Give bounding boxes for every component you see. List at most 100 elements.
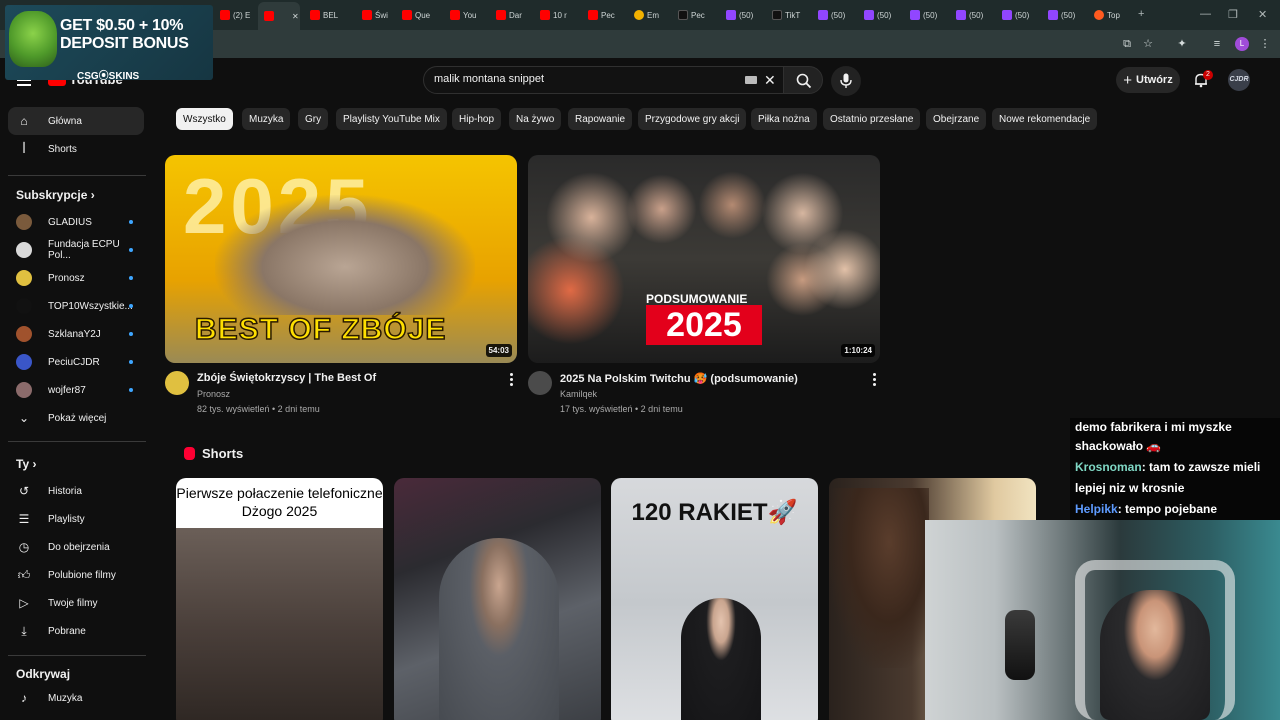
- sidebar-item-thumbs-up[interactable]: 👍︎ Polubione filmy: [8, 561, 144, 589]
- thumbnail-title-text: PODSUMOWANIE: [646, 292, 748, 306]
- video-menu-kebab-icon[interactable]: [873, 373, 877, 387]
- browser-tab[interactable]: 10 r: [540, 4, 582, 26]
- chat-message-text: : tempo pojebane: [1117, 502, 1218, 516]
- close-window-icon[interactable]: ✕: [1258, 8, 1267, 21]
- keyboard-icon[interactable]: [745, 76, 757, 84]
- you-section-heading[interactable]: Ty ›: [16, 457, 36, 471]
- browser-tab[interactable]: Świ: [362, 4, 404, 26]
- filter-chip[interactable]: Gry: [298, 108, 329, 130]
- video-icon: ▷: [19, 596, 29, 610]
- browser-profile-avatar[interactable]: L: [1235, 37, 1249, 51]
- filter-chip[interactable]: Hip-hop: [452, 108, 502, 130]
- browser-tab[interactable]: Pec: [678, 4, 720, 26]
- browser-tab[interactable]: (50): [1048, 4, 1090, 26]
- bookmark-star-icon[interactable]: ☆: [1141, 37, 1155, 51]
- filter-chip[interactable]: Ostatnio przesłane: [823, 108, 921, 130]
- sidebar-subscription-item[interactable]: TOP10Wszystkie...: [8, 292, 144, 320]
- deposit-bonus-ad[interactable]: GET $0.50 + 10% DEPOSIT BONUS CSG⦿SKINS: [5, 5, 213, 80]
- account-avatar[interactable]: CJDR: [1228, 69, 1250, 91]
- sidebar-item-playlist[interactable]: ☰ Playlisty: [8, 505, 144, 533]
- short-thumbnail[interactable]: 120 RAKIET🚀: [611, 478, 818, 720]
- video-channel-name[interactable]: Pronosz: [197, 389, 230, 399]
- filter-chip[interactable]: Playlisty YouTube Mix: [336, 108, 447, 130]
- sidebar-item-home[interactable]: ⌂ Główna: [8, 107, 144, 135]
- sidebar-subscription-item[interactable]: GLADIUS: [8, 208, 144, 236]
- chevron-right-icon: ›: [29, 457, 37, 471]
- browser-tab[interactable]: ✕: [258, 2, 300, 30]
- browser-tab[interactable]: Top: [1094, 4, 1136, 26]
- channel-avatar[interactable]: [528, 371, 552, 395]
- download-icon: ⤓: [21, 623, 27, 638]
- minimize-icon[interactable]: —: [1200, 8, 1211, 20]
- filter-chip[interactable]: Przygodowe gry akcji: [638, 108, 747, 130]
- sidebar-item-label: SzklanaY2J: [48, 328, 101, 340]
- search-input[interactable]: malik montana snippet: [434, 73, 544, 85]
- browser-tab[interactable]: Pec: [588, 4, 630, 26]
- browser-tab[interactable]: (2) E: [220, 4, 262, 26]
- filter-chip[interactable]: Wszystko: [176, 108, 233, 130]
- video-menu-kebab-icon[interactable]: [510, 373, 514, 387]
- sidebar-subscription-item[interactable]: wojfer87: [8, 376, 144, 404]
- browser-tab[interactable]: (50): [818, 4, 860, 26]
- extensions-icon[interactable]: ✦: [1175, 37, 1189, 51]
- cast-icon[interactable]: ⧉: [1120, 37, 1134, 51]
- browser-tab-label: Em: [647, 10, 659, 20]
- new-content-dot: [129, 388, 133, 392]
- sidebar-item-history[interactable]: ↺ Historia: [8, 477, 144, 505]
- sidebar-item-clock[interactable]: ◷ Do obejrzenia: [8, 533, 144, 561]
- filter-chip[interactable]: Rapowanie: [568, 108, 633, 130]
- youtube-icon: [402, 10, 412, 20]
- close-tab-icon[interactable]: ✕: [292, 12, 299, 21]
- channel-avatar[interactable]: [165, 371, 189, 395]
- music-icon: ♪: [21, 691, 27, 705]
- video-title[interactable]: Zbóje Świętokrzyscy | The Best Of: [197, 372, 376, 384]
- browser-tab[interactable]: You: [450, 4, 492, 26]
- sidebar-item-download[interactable]: ⤓ Pobrane: [8, 617, 144, 645]
- filter-chip[interactable]: Obejrzane: [926, 108, 987, 130]
- sidebar-item-music[interactable]: ♪ Muzyka: [8, 684, 144, 712]
- sidebar-subscription-item[interactable]: Pronosz: [8, 264, 144, 292]
- subscriptions-heading[interactable]: Subskrypcje ›: [16, 188, 95, 202]
- browser-tab[interactable]: (50): [726, 4, 768, 26]
- playlist-icon: ☰: [18, 512, 30, 526]
- youtube-icon: [264, 11, 274, 21]
- browser-tab[interactable]: Em: [634, 4, 676, 26]
- video-title[interactable]: 2025 Na Polskim Twitchu 🥵 (podsumowanie): [560, 372, 798, 385]
- browser-tab[interactable]: Que: [402, 4, 444, 26]
- search-button[interactable]: [783, 66, 823, 94]
- twitch-icon: [1048, 10, 1058, 20]
- filter-chip[interactable]: Muzyka: [242, 108, 291, 130]
- browser-menu-icon[interactable]: ⋮: [1258, 37, 1272, 51]
- chevron-down-icon: ⌄: [18, 411, 30, 425]
- show-more-button[interactable]: ⌄ Pokaż więcej: [8, 404, 144, 432]
- youtube-icon: [540, 10, 550, 20]
- maximize-icon[interactable]: ❐: [1228, 8, 1238, 21]
- create-button[interactable]: + Utwórz: [1116, 67, 1180, 93]
- browser-tab[interactable]: Dar: [496, 4, 538, 26]
- video-thumbnail[interactable]: 2025 BEST OF ZBÓJE 54:03: [165, 155, 517, 363]
- browser-tab[interactable]: (50): [1002, 4, 1044, 26]
- sidebar-item-shorts[interactable]: ꟾ Shorts: [8, 135, 144, 163]
- new-tab-icon[interactable]: +: [1138, 8, 1144, 20]
- filter-chip[interactable]: Nowe rekomendacje: [992, 108, 1098, 130]
- browser-tab[interactable]: (50): [864, 4, 906, 26]
- short-thumbnail[interactable]: [394, 478, 601, 720]
- sidebar-subscription-item[interactable]: PeciuCJDR: [8, 348, 144, 376]
- tiktok-icon: [772, 10, 782, 20]
- filter-chip[interactable]: Piłka nożna: [751, 108, 817, 130]
- sidebar-subscription-item[interactable]: Fundacja ECPU Pol...: [8, 236, 144, 264]
- clear-search-icon[interactable]: ✕: [764, 72, 776, 89]
- filter-chip[interactable]: Na żywo: [509, 108, 562, 130]
- browser-tab[interactable]: BEL: [310, 4, 352, 26]
- browser-tab[interactable]: TikT: [772, 4, 814, 26]
- browser-tab[interactable]: (50): [910, 4, 952, 26]
- video-thumbnail[interactable]: PODSUMOWANIE 2025 1:10:24: [528, 155, 880, 363]
- browser-tab[interactable]: (50): [956, 4, 998, 26]
- voice-search-button[interactable]: [831, 66, 861, 96]
- short-thumbnail[interactable]: Pierwsze połaczenie telefoniczne Dżogo 2…: [176, 478, 383, 720]
- new-content-dot: [129, 248, 133, 252]
- reading-list-icon[interactable]: ≡: [1210, 37, 1224, 51]
- sidebar-item-video[interactable]: ▷ Twoje filmy: [8, 589, 144, 617]
- sidebar-subscription-item[interactable]: SzklanaY2J: [8, 320, 144, 348]
- video-channel-name[interactable]: Kamilqek: [560, 389, 597, 399]
